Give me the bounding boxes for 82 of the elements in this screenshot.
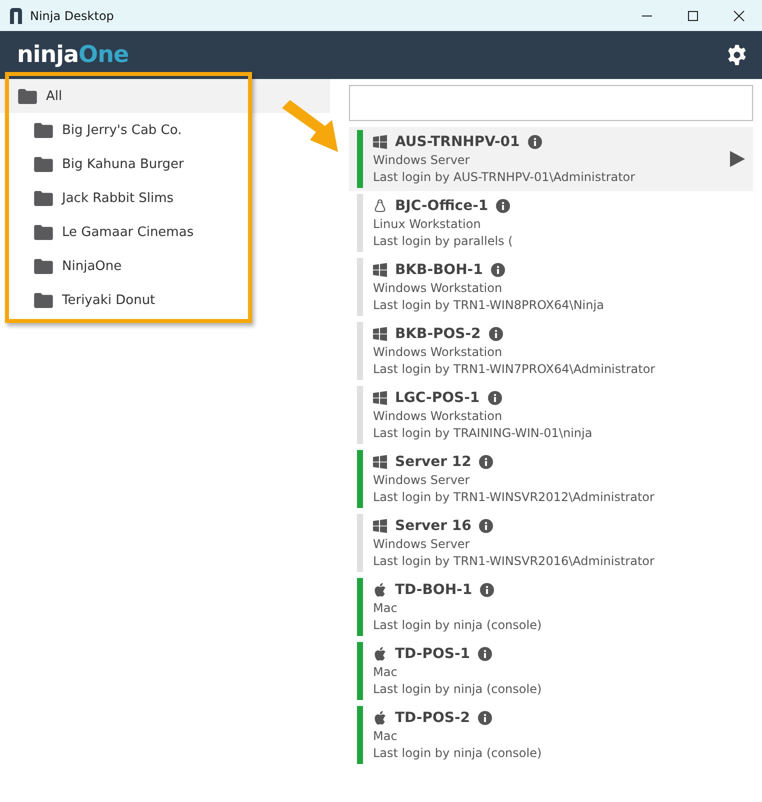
device-name: TD-BOH-1 [395,582,472,598]
device-type: Mac [373,665,398,679]
search-field[interactable] [349,85,753,121]
close-icon[interactable] [733,10,745,22]
sidebar-item[interactable]: Big Kahuna Burger [0,147,234,181]
device-type: Linux Workstation [373,217,482,231]
info-icon[interactable] [496,199,510,213]
folder-icon [34,190,53,206]
device-type: Windows Server [373,153,471,167]
app-icon [9,8,23,24]
device-row[interactable]: AUS-TRNHPV-01 Windows Server Last login by AUS-TRNHPV-01\Administrator [349,127,753,191]
apple-icon [373,583,387,597]
folder-icon [34,156,53,172]
last-login: Last login by ninja (console) [373,746,543,760]
sidebar-item[interactable]: Jack Rabbit Slims [0,181,234,215]
info-icon[interactable] [478,711,492,725]
info-icon[interactable] [480,583,494,597]
sidebar-item[interactable]: Big Jerry's Cab Co. [0,113,234,147]
device-name: TD-POS-2 [395,710,470,726]
maximize-icon[interactable] [687,10,699,22]
folder-icon [34,258,53,274]
device-type: Windows Server [373,473,471,487]
last-login: Last login by TRN1-WINSVR2012\Administrator [373,490,656,504]
device-name: BKB-POS-2 [395,326,481,342]
windows-icon [373,391,387,405]
folder-icon [18,88,37,104]
windows-icon [373,327,387,341]
device-row[interactable]: Server 12 Windows Server Last login by TRN1-WINSVR2012\Administrator [349,447,753,511]
last-login: Last login by TRN1-WINSVR2016\Administrator [373,554,656,568]
last-login: Last login by TRN1-WIN7PROX64\Administrator [373,362,656,376]
device-type: Windows Server [373,537,471,551]
info-icon[interactable] [488,327,503,341]
device-type: Windows Workstation [373,281,504,295]
apple-icon [373,647,387,661]
play-icon[interactable] [729,151,745,167]
last-login: Last login by parallels ( [373,234,514,248]
penguin-icon [373,199,387,213]
device-name: BKB-BOH-1 [395,262,483,278]
info-icon[interactable] [479,519,494,533]
sidebar-item[interactable]: Le Gamaar Cinemas [0,215,234,249]
last-login: Last login by ninja (console) [373,618,543,632]
device-name: Server 12 [395,454,472,470]
device-name: AUS-TRNHPV-01 [395,134,520,150]
info-icon[interactable] [528,135,542,149]
device-row[interactable]: TD-POS-2 Mac Last login by ninja (console) [349,703,753,767]
folder-icon [34,224,53,240]
last-login: Last login by TRN1-WIN8PROX64\Ninja [373,298,605,312]
windows-icon [373,455,387,469]
device-row[interactable]: TD-BOH-1 Mac Last login by ninja (console) [349,575,753,639]
device-row[interactable]: TD-POS-1 Mac Last login by ninja (console) [349,639,753,703]
sidebar-item[interactable]: Teriyaki Donut [0,283,234,317]
logo: ninjaOne [17,42,129,68]
info-icon[interactable] [479,455,494,469]
windows-icon [373,135,387,149]
sidebar-item[interactable]: All [0,79,330,113]
device-row[interactable]: LGC-POS-1 Windows Workstation Last login by TRAINING-WIN-01\ninja [349,383,753,447]
device-name: Server 16 [395,518,472,534]
windows-icon [373,263,387,277]
settings-icon[interactable] [726,44,748,66]
device-row[interactable]: BKB-BOH-1 Windows Workstation Last login by TRN1-WIN8PROX64\Ninja [349,255,753,319]
device-type: Windows Workstation [373,345,504,359]
device-name: BJC-Office-1 [395,198,488,214]
info-icon[interactable] [490,263,505,277]
info-icon[interactable] [488,391,502,405]
last-login: Last login by ninja (console) [373,682,543,696]
folder-icon [34,122,53,138]
device-type: Windows Workstation [373,409,504,423]
window-title: Ninja Desktop [30,8,115,22]
device-row[interactable]: BKB-POS-2 Windows Workstation Last login by TRN1-WIN7PROX64\Administrator [349,319,753,383]
device-type: Mac [373,601,398,615]
apple-icon [373,711,387,725]
sidebar-item[interactable]: NinjaOne [0,249,234,283]
device-row[interactable]: BJC-Office-1 Linux Workstation Last login by parallels ( [349,191,753,255]
info-icon[interactable] [478,647,492,661]
device-type: Mac [373,729,398,743]
device-row[interactable]: Server 16 Windows Server Last login by TRN1-WINSVR2016\Administrator [349,511,753,575]
last-login: Last login by TRAINING-WIN-01\ninja [373,426,594,440]
device-name: TD-POS-1 [395,646,470,662]
folder-icon [34,292,53,308]
last-login: Last login by AUS-TRNHPV-01\Administrator [373,170,636,184]
windows-icon [373,519,387,533]
device-name: LGC-POS-1 [395,390,480,406]
